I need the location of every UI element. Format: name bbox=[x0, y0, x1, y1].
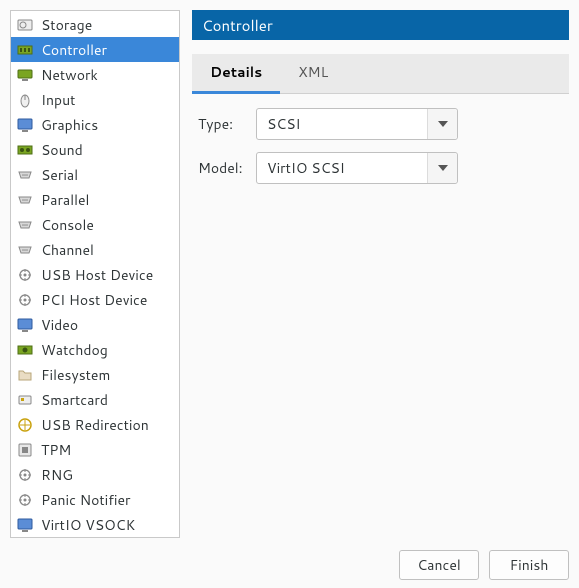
tab-details[interactable]: Details bbox=[192, 54, 280, 94]
sidebar-item-label: Serial bbox=[41, 165, 78, 185]
console-icon bbox=[17, 217, 33, 233]
graphics-icon bbox=[17, 117, 33, 133]
sidebar-item-parallel[interactable]: Parallel bbox=[11, 187, 179, 212]
sidebar-item-label: VirtIO VSOCK bbox=[41, 515, 135, 535]
sidebar-item-label: Graphics bbox=[41, 115, 98, 135]
sidebar-item-channel[interactable]: Channel bbox=[11, 237, 179, 262]
network-icon bbox=[17, 67, 33, 83]
serial-icon bbox=[17, 167, 33, 183]
sidebar-item-graphics[interactable]: Graphics bbox=[11, 112, 179, 137]
add-hardware-dialog: Storage Controller Network Input Graphics Sou… bbox=[0, 0, 579, 588]
content-panel: Controller DetailsXML Type: SCSI Model: bbox=[192, 10, 569, 538]
details-form: Type: SCSI Model: VirtIO SCSI bbox=[192, 94, 569, 538]
sidebar-item-label: Controller bbox=[41, 40, 107, 60]
tab-xml[interactable]: XML bbox=[280, 54, 346, 93]
dialog-buttons: Cancel Finish bbox=[10, 548, 569, 580]
video-icon bbox=[17, 317, 33, 333]
sidebar-item-label: Smartcard bbox=[41, 390, 108, 410]
sidebar-item-label: Filesystem bbox=[41, 365, 110, 385]
controller-icon bbox=[17, 42, 33, 58]
sidebar-item-video[interactable]: Video bbox=[11, 312, 179, 337]
type-row: Type: SCSI bbox=[198, 108, 563, 140]
type-value: SCSI bbox=[257, 109, 427, 139]
hardware-type-list[interactable]: Storage Controller Network Input Graphics Sou… bbox=[10, 10, 180, 538]
sidebar-item-virtio-vsock[interactable]: VirtIO VSOCK bbox=[11, 512, 179, 537]
sidebar-item-watchdog[interactable]: Watchdog bbox=[11, 337, 179, 362]
sidebar-item-label: Channel bbox=[41, 240, 94, 260]
finish-button[interactable]: Finish bbox=[489, 550, 569, 580]
sidebar-item-label: Watchdog bbox=[41, 340, 108, 360]
watchdog-icon bbox=[17, 342, 33, 358]
chevron-down-icon bbox=[427, 109, 457, 139]
sidebar-item-rng[interactable]: RNG bbox=[11, 462, 179, 487]
sidebar-item-label: Sound bbox=[41, 140, 83, 160]
input-icon bbox=[17, 92, 33, 108]
sidebar-item-label: Input bbox=[41, 90, 75, 110]
tpm-icon bbox=[17, 442, 33, 458]
sidebar-item-label: RNG bbox=[41, 465, 73, 485]
sidebar-item-label: PCI Host Device bbox=[41, 290, 147, 310]
smartcard-icon bbox=[17, 392, 33, 408]
sidebar-item-label: USB Redirection bbox=[41, 415, 149, 435]
sidebar-item-usb-redirection[interactable]: USB Redirection bbox=[11, 412, 179, 437]
model-label: Model: bbox=[198, 158, 246, 178]
panel-title: Controller bbox=[192, 10, 569, 40]
sidebar-item-sound[interactable]: Sound bbox=[11, 137, 179, 162]
sidebar-item-label: TPM bbox=[41, 440, 71, 460]
sidebar-item-label: Network bbox=[41, 65, 98, 85]
sidebar-item-label: Video bbox=[41, 315, 78, 335]
usb-redir-icon bbox=[17, 417, 33, 433]
chevron-down-icon bbox=[427, 153, 457, 183]
rng-icon bbox=[17, 467, 33, 483]
model-value: VirtIO SCSI bbox=[257, 153, 427, 183]
sidebar-item-smartcard[interactable]: Smartcard bbox=[11, 387, 179, 412]
filesystem-icon bbox=[17, 367, 33, 383]
panic-icon bbox=[17, 492, 33, 508]
cancel-button[interactable]: Cancel bbox=[399, 550, 479, 580]
vsock-icon bbox=[17, 517, 33, 533]
dialog-body: Storage Controller Network Input Graphics Sou… bbox=[10, 10, 569, 538]
sidebar-item-pci-host-device[interactable]: PCI Host Device bbox=[11, 287, 179, 312]
sidebar-item-filesystem[interactable]: Filesystem bbox=[11, 362, 179, 387]
sidebar-item-label: Parallel bbox=[41, 190, 89, 210]
panel-title-text: Controller bbox=[202, 15, 273, 36]
sidebar-item-tpm[interactable]: TPM bbox=[11, 437, 179, 462]
sidebar-item-label: USB Host Device bbox=[41, 265, 153, 285]
type-combo[interactable]: SCSI bbox=[256, 108, 458, 140]
sidebar-item-network[interactable]: Network bbox=[11, 62, 179, 87]
model-row: Model: VirtIO SCSI bbox=[198, 152, 563, 184]
sidebar-item-serial[interactable]: Serial bbox=[11, 162, 179, 187]
usb-icon bbox=[17, 267, 33, 283]
channel-icon bbox=[17, 242, 33, 258]
sound-icon bbox=[17, 142, 33, 158]
storage-icon bbox=[17, 17, 33, 33]
config-tabs: DetailsXML bbox=[192, 54, 569, 94]
sidebar-item-usb-host-device[interactable]: USB Host Device bbox=[11, 262, 179, 287]
sidebar-item-input[interactable]: Input bbox=[11, 87, 179, 112]
sidebar-item-console[interactable]: Console bbox=[11, 212, 179, 237]
pci-icon bbox=[17, 292, 33, 308]
sidebar-item-label: Console bbox=[41, 215, 94, 235]
sidebar-item-controller[interactable]: Controller bbox=[11, 37, 179, 62]
sidebar-item-label: Panic Notifier bbox=[41, 490, 130, 510]
sidebar-item-panic-notifier[interactable]: Panic Notifier bbox=[11, 487, 179, 512]
parallel-icon bbox=[17, 192, 33, 208]
sidebar-item-storage[interactable]: Storage bbox=[11, 12, 179, 37]
model-combo[interactable]: VirtIO SCSI bbox=[256, 152, 458, 184]
type-label: Type: bbox=[198, 114, 246, 134]
sidebar-item-label: Storage bbox=[41, 15, 92, 35]
